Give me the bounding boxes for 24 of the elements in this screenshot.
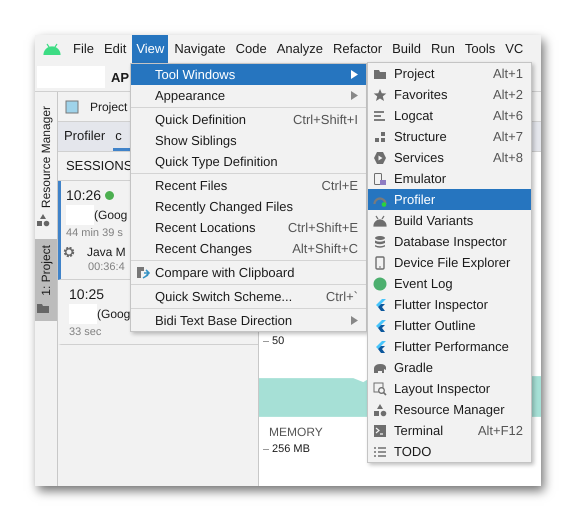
session-time: 10:25	[69, 286, 104, 302]
shortcut: Alt+8	[493, 150, 523, 165]
shortcut: Ctrl+Shift+E	[288, 220, 358, 235]
device-name: (Goog	[94, 208, 128, 222]
shortcut: Alt+Shift+C	[292, 241, 358, 256]
shortcut: Alt+6	[493, 108, 523, 123]
shortcut: Alt+F12	[478, 423, 523, 438]
session-duration: 44 min 39 s	[66, 227, 123, 239]
project-name: AP	[111, 70, 130, 84]
session-time: 10:26	[66, 187, 102, 203]
axis-tick: 50	[272, 335, 284, 347]
process-name: Java M	[87, 245, 126, 259]
device-name: (Goog	[97, 307, 130, 321]
shortcut: Ctrl+Shift+I	[292, 112, 358, 127]
session-duration: 33 sec	[69, 326, 102, 338]
shortcut: Ctrl+E	[322, 178, 358, 193]
shortcut: Alt+7	[493, 129, 523, 144]
panel-title: Project	[90, 100, 128, 114]
shortcut: Alt+2	[493, 87, 523, 102]
axis-tick: 256 MB	[272, 443, 310, 455]
shortcut: Ctrl+`	[326, 289, 358, 304]
shortcut: Alt+1	[493, 66, 523, 81]
memory-label: MEMORY	[268, 424, 323, 441]
process-time: 00:36:4	[88, 261, 125, 273]
